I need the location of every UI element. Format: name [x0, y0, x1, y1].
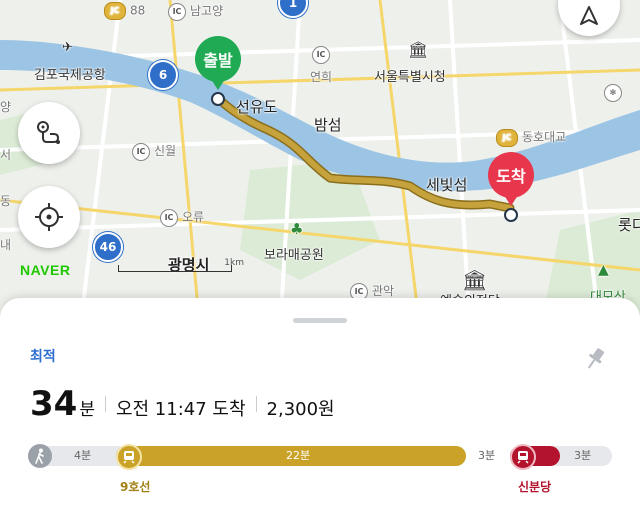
park-icon: ♣ — [290, 220, 304, 238]
map-view[interactable]: IC 남고양 JC 88 1 6 46 ✈ 김포국제공항 IC 연희 🏛 서울특별시… — [0, 0, 640, 330]
route-view-button[interactable] — [18, 102, 80, 164]
map-label-dongho: JC 동호대교 — [496, 128, 566, 147]
start-label: 출발 — [195, 36, 241, 82]
sheet-drag-handle[interactable] — [293, 318, 347, 323]
start-marker[interactable]: 출발 — [195, 36, 241, 106]
route-summary-sheet[interactable]: 최적 34 분 오전 11:47 도착 2,300원 — [0, 298, 640, 507]
route-timeline[interactable]: 4분 22분 9호선 3분 3분 신분당 — [28, 444, 612, 494]
map-label-jc88: JC 88 — [104, 2, 145, 20]
route-icon — [37, 121, 60, 144]
ic-badge: IC — [168, 2, 186, 21]
pin-icon — [587, 348, 604, 369]
map-label-boramae: 보라매공원 — [264, 248, 324, 263]
map-scale: 1km — [118, 258, 244, 272]
map-label-oryu: IC 오류 — [160, 208, 204, 227]
timeline-station-line9: 9호선 — [120, 480, 151, 494]
map-label-left-a: 양 — [0, 100, 12, 114]
map-label-left-d: 내 — [0, 238, 12, 252]
airport-icon: ✈ — [62, 40, 73, 55]
route-summary: 34 분 오전 11:47 도착 2,300원 — [30, 384, 335, 424]
map-label-bamseom: 밤섬 — [314, 116, 342, 134]
map-label-yeonhui-ic: IC — [312, 46, 334, 64]
duration-value: 34 — [30, 384, 78, 424]
map-label-sinwol: IC 신월 — [132, 142, 176, 161]
gps-button[interactable] — [18, 186, 80, 248]
divider — [255, 396, 257, 412]
arts-center-icon: 🏛 — [462, 268, 488, 292]
map-label-left-c: 동 — [0, 194, 12, 208]
best-route-tag: 최적 — [30, 349, 56, 365]
timeline-label-walk-1: 4분 — [74, 449, 92, 462]
subway-icon — [116, 444, 142, 470]
walk-icon — [28, 444, 52, 468]
map-label-namgoyang: IC 남고양 — [168, 2, 223, 21]
fare: 2,300원 — [266, 399, 335, 420]
duration-unit: 분 — [79, 400, 95, 420]
jc-badge: JC — [104, 2, 126, 20]
map-label-cityhall: 서울특별시청 — [374, 70, 446, 85]
location-arrow-icon — [580, 6, 598, 25]
start-point — [211, 92, 225, 106]
map-label-left-b: 서 — [0, 148, 12, 162]
timeline-label-shinbundang: 3분 — [574, 449, 592, 462]
divider — [104, 396, 106, 412]
map-label-sebitseom: 세빛섬 — [426, 176, 468, 194]
ferris-wheel-icon: ✻ — [604, 84, 626, 102]
map-label-gimpo: 김포국제공항 — [34, 68, 106, 83]
route-shield-6: 6 — [148, 60, 178, 90]
subway-icon — [510, 444, 536, 470]
arrival-time: 오전 11:47 도착 — [115, 399, 246, 420]
end-label: 도착 — [488, 152, 534, 198]
naver-logo: NAVER — [20, 262, 71, 278]
map-label-yeonhui: 연희 — [310, 70, 333, 84]
timeline-label-line9: 22분 — [286, 449, 311, 462]
timeline-label-walk-2: 3분 — [478, 449, 496, 462]
pin-button[interactable] — [580, 344, 610, 374]
gps-crosshair-icon — [35, 203, 63, 231]
timeline-station-shinbundang: 신분당 — [518, 480, 552, 494]
map-label-seonyudo: 선유도 — [236, 98, 278, 116]
map-label-lotte: 롯디 — [618, 216, 640, 234]
end-marker[interactable]: 도착 — [488, 152, 534, 222]
mountain-icon: ▲ — [598, 262, 609, 278]
cityhall-icon: 🏛 — [408, 40, 429, 59]
end-point — [504, 208, 518, 222]
